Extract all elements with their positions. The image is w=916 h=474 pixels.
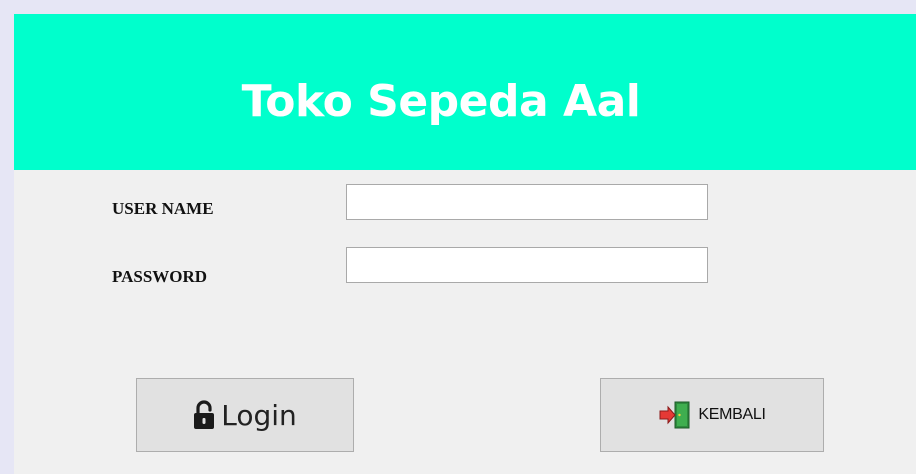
back-button[interactable]: KEMBALI	[600, 378, 824, 452]
username-input[interactable]	[346, 184, 708, 220]
exit-door-icon	[658, 400, 692, 430]
username-label: USER NAME	[112, 199, 214, 218]
login-button[interactable]: Login	[136, 378, 354, 452]
password-input[interactable]	[346, 247, 708, 283]
login-window: Toko Sepeda Aal USER NAME PASSWORD Login…	[14, 14, 916, 474]
password-label: PASSWORD	[112, 267, 208, 286]
header-banner: Toko Sepeda Aal	[14, 14, 916, 170]
app-title: Toko Sepeda Aal	[241, 76, 641, 127]
back-button-label: KEMBALI	[698, 406, 766, 423]
lock-icon	[193, 400, 215, 430]
login-button-label: Login	[221, 398, 297, 432]
